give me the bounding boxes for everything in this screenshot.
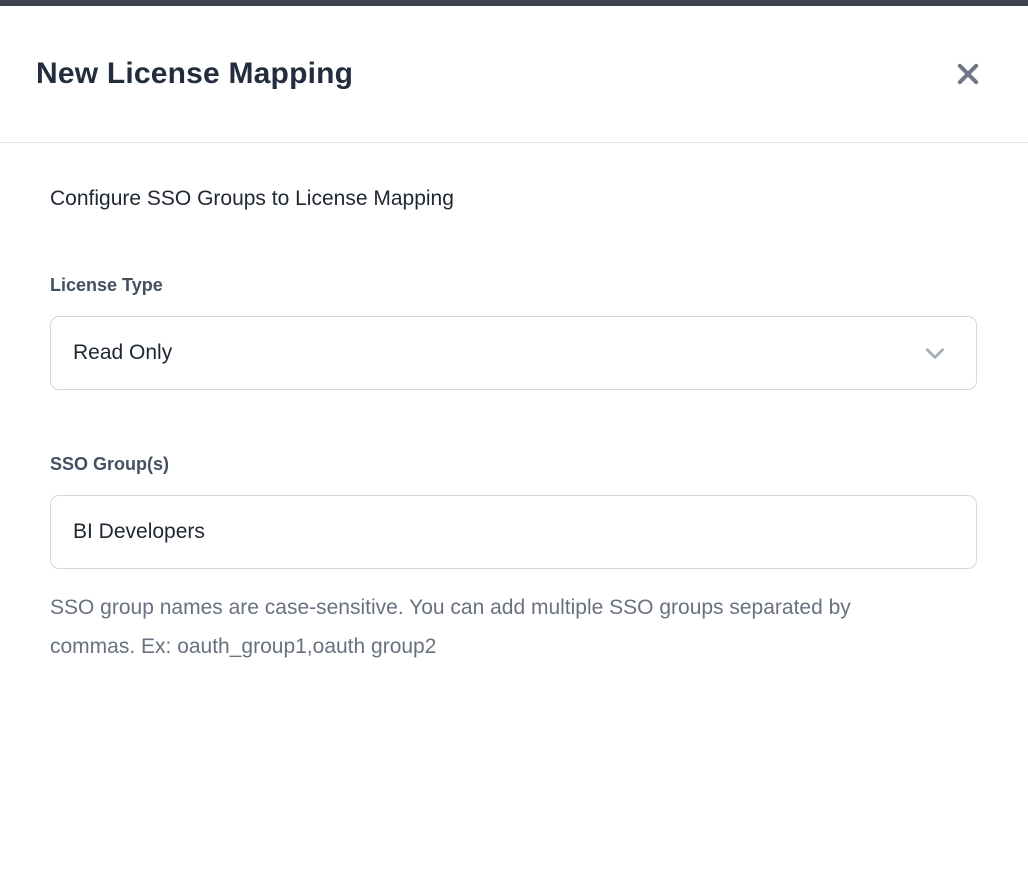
close-icon <box>954 60 982 88</box>
modal-header: New License Mapping <box>0 6 1028 143</box>
license-type-select[interactable]: Read Only <box>50 316 977 390</box>
sso-groups-input[interactable] <box>50 495 977 569</box>
license-type-field: License Type Read Only <box>50 275 977 390</box>
modal-body: Configure SSO Groups to License Mapping … <box>0 143 1028 667</box>
modal-title: New License Mapping <box>36 57 353 91</box>
modal-description: Configure SSO Groups to License Mapping <box>50 187 977 211</box>
sso-groups-label: SSO Group(s) <box>50 454 977 475</box>
license-type-selected-value: Read Only <box>73 341 172 365</box>
chevron-down-icon <box>920 338 950 368</box>
new-license-mapping-modal: New License Mapping Configure SSO Groups… <box>0 6 1028 876</box>
license-type-label: License Type <box>50 275 977 296</box>
sso-groups-help: SSO group names are case-sensitive. You … <box>50 589 930 667</box>
sso-groups-field: SSO Group(s) SSO group names are case-se… <box>50 454 977 667</box>
close-button[interactable] <box>948 54 988 94</box>
